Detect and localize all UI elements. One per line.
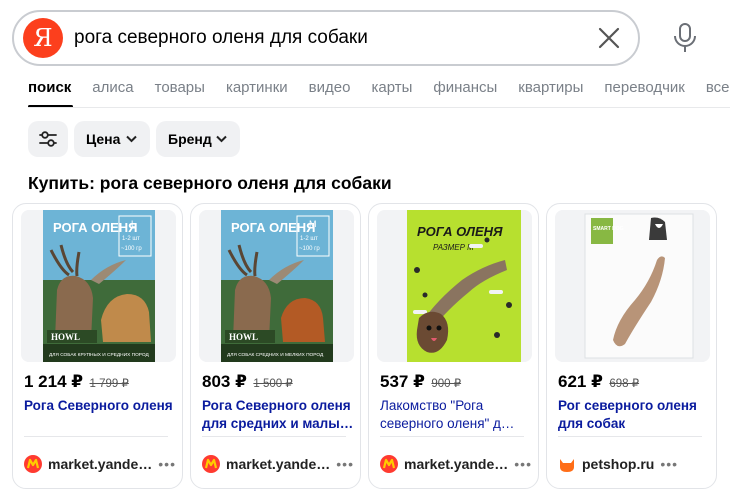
pack-logo: HOWL [229, 332, 258, 342]
pack-pieces: 1-2 шт [122, 236, 140, 242]
product-title: Рог северного оленя для собак [558, 398, 697, 431]
clear-icon[interactable] [596, 25, 622, 51]
product-title-link[interactable]: Рога Северного оленя для средних и малы… [202, 397, 357, 433]
yandex-market-icon [202, 455, 220, 473]
product-old-price: 1 799 ₽ [89, 378, 129, 390]
seller-name: market.yande… [226, 456, 331, 472]
product-title: Лакомство "Рога северного оленя" д… [380, 398, 515, 431]
pack-pieces: 1-2 шт [300, 236, 318, 242]
tab-images[interactable]: картинки [226, 79, 288, 101]
product-title-extra: для средних и малы… [202, 416, 354, 431]
tab-video[interactable]: видео [309, 79, 351, 101]
pack-weight: ~100 гр [299, 246, 320, 252]
filter-price-button[interactable]: Цена [74, 121, 150, 157]
price-row: 621 ₽ 698 ₽ [558, 372, 639, 392]
filter-brand-button[interactable]: Бренд [156, 121, 240, 157]
search-bar[interactable]: Я рога северного оленя для собаки [12, 10, 640, 66]
tab-finance[interactable]: финансы [433, 79, 497, 101]
petshop-cat-icon [560, 459, 574, 472]
product-price: 803 ₽ [202, 372, 247, 391]
chevron-down-icon [216, 135, 227, 143]
product-title: Рога Северного оленя [24, 398, 173, 413]
price-row: 1 214 ₽ 1 799 ₽ [24, 372, 129, 392]
yandex-market-icon [380, 455, 398, 473]
section-title: Купить: рога северного оленя для собаки [28, 173, 392, 193]
sliders-icon [39, 131, 57, 147]
more-options-icon[interactable]: ••• [158, 456, 176, 472]
yandex-logo[interactable]: Я [23, 18, 63, 58]
product-price: 621 ₽ [558, 372, 603, 391]
product-card[interactable]: SMART DOG 621 ₽ 698 ₽ Рог северного олен… [546, 203, 717, 489]
seller-name: petshop.ru [582, 456, 655, 472]
product-price: 1 214 ₽ [24, 372, 84, 391]
tab-maps[interactable]: карты [371, 79, 412, 101]
tab-translator[interactable]: переводчик [604, 79, 684, 101]
pack-caption: ДЛЯ СОБАК СРЕДНИХ И МЕЛКИХ ПОРОД [227, 352, 324, 358]
pack-title: SMART DOG [593, 226, 624, 232]
product-price: 537 ₽ [380, 372, 425, 391]
product-image[interactable]: РОГА ОЛЕНЯ РАЗМЕР М [377, 210, 532, 362]
pack-size: РАЗМЕР М [433, 243, 474, 252]
pack-size: M [309, 219, 317, 229]
pack-title: РОГА ОЛЕНЯ [231, 220, 315, 235]
product-title-link[interactable]: Рог северного оленя для собак [558, 397, 713, 433]
product-card[interactable]: РОГА ОЛЕНЯ L 1-2 шт ~100 гр HOWL ДЛЯ СОБ… [12, 203, 183, 489]
seller-row[interactable]: market.yande… ••• [24, 454, 176, 474]
seller-name: market.yande… [48, 456, 153, 472]
price-row: 803 ₽ 1 500 ₽ [202, 372, 293, 392]
product-title-link[interactable]: Рога Северного оленя [24, 397, 179, 415]
card-divider [24, 436, 168, 437]
more-options-icon[interactable]: ••• [336, 456, 354, 472]
product-image[interactable]: РОГА ОЛЕНЯ L 1-2 шт ~100 гр HOWL ДЛЯ СОБ… [21, 210, 176, 362]
tab-apartments[interactable]: квартиры [518, 79, 583, 101]
card-divider [202, 436, 346, 437]
product-old-price: 900 ₽ [431, 378, 462, 390]
pack-caption: ДЛЯ СОБАК КРУПНЫХ И СРЕДНИХ ПОРОД [49, 352, 150, 358]
tabs-divider [28, 107, 730, 108]
pack-size: L [131, 219, 136, 229]
seller-name: market.yande… [404, 456, 509, 472]
pack-logo: HOWL [51, 332, 80, 342]
seller-row[interactable]: market.yande… ••• [202, 454, 354, 474]
card-divider [558, 436, 702, 437]
pack-title: РОГА ОЛЕНЯ [53, 220, 137, 235]
tab-alice[interactable]: алиса [92, 79, 133, 101]
search-tabs: поиск алиса товары картинки видео карты … [28, 79, 730, 101]
product-image[interactable]: SMART DOG [555, 210, 710, 362]
pack-weight: ~100 гр [121, 246, 142, 252]
price-row: 537 ₽ 900 ₽ [380, 372, 461, 392]
seller-row[interactable]: petshop.ru ••• [558, 454, 678, 474]
filter-brand-label: Бренд [168, 131, 212, 147]
tab-all[interactable]: все [706, 79, 730, 101]
search-query[interactable]: рога северного оленя для собаки [74, 12, 368, 64]
product-title: Рога Северного оленя [202, 398, 351, 413]
yandex-market-icon [24, 455, 42, 473]
product-card[interactable]: РОГА ОЛЕНЯ РАЗМЕР М 537 ₽ 900 ₽ Лакомств… [368, 203, 539, 489]
filter-price-label: Цена [86, 131, 121, 147]
product-old-price: 1 500 ₽ [253, 378, 293, 390]
filter-settings-button[interactable] [28, 121, 68, 157]
seller-row[interactable]: market.yande… ••• [380, 454, 532, 474]
tab-search[interactable]: поиск [28, 79, 71, 101]
product-title-link[interactable]: Лакомство "Рога северного оленя" д… [380, 397, 535, 433]
tab-products[interactable]: товары [155, 79, 205, 101]
product-card[interactable]: РОГА ОЛЕНЯ M 1-2 шт ~100 гр HOWL ДЛЯ СОБ… [190, 203, 361, 489]
product-old-price: 698 ₽ [609, 378, 640, 390]
more-options-icon[interactable]: ••• [514, 456, 532, 472]
pack-title: РОГА ОЛЕНЯ [417, 224, 503, 239]
product-image[interactable]: РОГА ОЛЕНЯ M 1-2 шт ~100 гр HOWL ДЛЯ СОБ… [199, 210, 354, 362]
card-divider [380, 436, 524, 437]
more-options-icon[interactable]: ••• [660, 456, 678, 472]
microphone-icon[interactable] [672, 22, 698, 54]
chevron-down-icon [126, 135, 137, 143]
